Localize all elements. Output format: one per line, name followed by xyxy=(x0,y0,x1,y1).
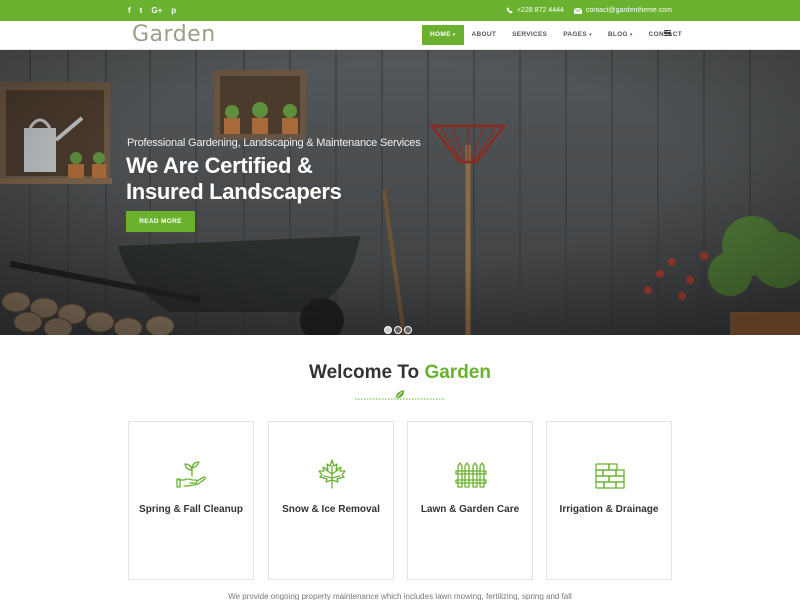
nav-services-label: SERVICES xyxy=(512,31,548,38)
nav-services[interactable]: SERVICES xyxy=(504,25,555,45)
maple-leaf-icon xyxy=(318,459,346,489)
contact-info: +228 872 4444 contact@gardentheme.com xyxy=(506,0,672,21)
hero-title: We Are Certified & Insured Landscapers xyxy=(126,153,342,205)
chevron-down-icon: ▾ xyxy=(452,32,456,38)
welcome-accent: Garden xyxy=(424,362,491,383)
welcome-prefix: Welcome To xyxy=(309,362,425,383)
service-title: Snow & Ice Removal xyxy=(282,504,380,515)
social-links: f t G+ p xyxy=(128,0,176,21)
slider-pagination xyxy=(384,326,412,334)
service-card-cleanup[interactable]: Spring & Fall Cleanup xyxy=(128,421,254,580)
service-card-lawn[interactable]: Lawn & Garden Care xyxy=(407,421,533,580)
service-title: Lawn & Garden Care xyxy=(420,504,520,515)
nav-blog-label: BLOG xyxy=(607,31,628,38)
hero-title-line-2: Insured Landscapers xyxy=(126,179,342,204)
hero-background-image xyxy=(0,50,800,335)
google-plus-icon[interactable]: G+ xyxy=(151,0,162,21)
services-description: We provide ongoing property maintenance … xyxy=(228,592,572,600)
main-nav: HOME▾ ABOUT SERVICES PAGES▾ BLOG▾ CONTAC… xyxy=(422,25,690,45)
email-address: contact@gardentheme.com xyxy=(585,7,672,14)
email-contact[interactable]: contact@gardentheme.com xyxy=(573,7,672,14)
nav-about-label: ABOUT xyxy=(471,31,497,38)
phone-number: +228 872 4444 xyxy=(516,7,564,14)
slider-dot-1[interactable] xyxy=(384,326,392,334)
envelope-icon xyxy=(573,7,582,14)
nav-about[interactable]: ABOUT xyxy=(464,25,505,45)
nav-home-label: HOME xyxy=(430,31,451,38)
facebook-icon[interactable]: f xyxy=(128,0,131,21)
nav-home[interactable]: HOME ▾ xyxy=(422,25,464,45)
leaf-divider xyxy=(355,390,445,400)
slider-dot-2[interactable] xyxy=(394,326,402,334)
brick-wall-icon xyxy=(595,463,625,489)
hand-plant-icon xyxy=(176,461,206,488)
nav-blog[interactable]: BLOG ▾ xyxy=(600,25,641,45)
read-more-button[interactable]: READ MORE xyxy=(126,211,195,232)
site-logo[interactable]: Garden xyxy=(132,22,216,48)
service-title: Irrigation & Drainage xyxy=(559,504,659,515)
top-bar: f t G+ p +228 872 4444 contact@gardenthe… xyxy=(0,0,800,21)
nav-pages[interactable]: PAGES ▾ xyxy=(555,25,600,45)
hero-slider: Professional Gardening, Landscaping & Ma… xyxy=(0,50,800,335)
leaf-icon xyxy=(395,390,405,400)
welcome-heading: Welcome To Garden xyxy=(0,362,800,384)
main-header: Garden HOME ▾ ABOUT SERVICES PAGES ▾ BLOG ▾… xyxy=(0,21,800,50)
pinterest-icon[interactable]: p xyxy=(171,0,176,21)
hero-title-line-1: We Are Certified & xyxy=(126,153,313,178)
hero-subtitle: Professional Gardening, Landscaping & Ma… xyxy=(127,137,421,149)
nav-pages-label: PAGES xyxy=(563,31,588,38)
twitter-icon[interactable]: t xyxy=(140,0,143,21)
hamburger-icon[interactable] xyxy=(664,30,671,37)
service-title: Spring & Fall Cleanup xyxy=(139,504,243,515)
chevron-down-icon: ▾ xyxy=(629,32,633,38)
slider-dot-3[interactable] xyxy=(404,326,412,334)
chevron-down-icon: ▾ xyxy=(589,32,592,38)
phone-icon xyxy=(506,7,513,14)
phone-contact[interactable]: +228 872 4444 xyxy=(506,7,564,14)
service-card-irrigation[interactable]: Irrigation & Drainage xyxy=(546,421,672,580)
fence-icon xyxy=(455,462,487,488)
service-card-snow[interactable]: Snow & Ice Removal xyxy=(268,421,394,580)
